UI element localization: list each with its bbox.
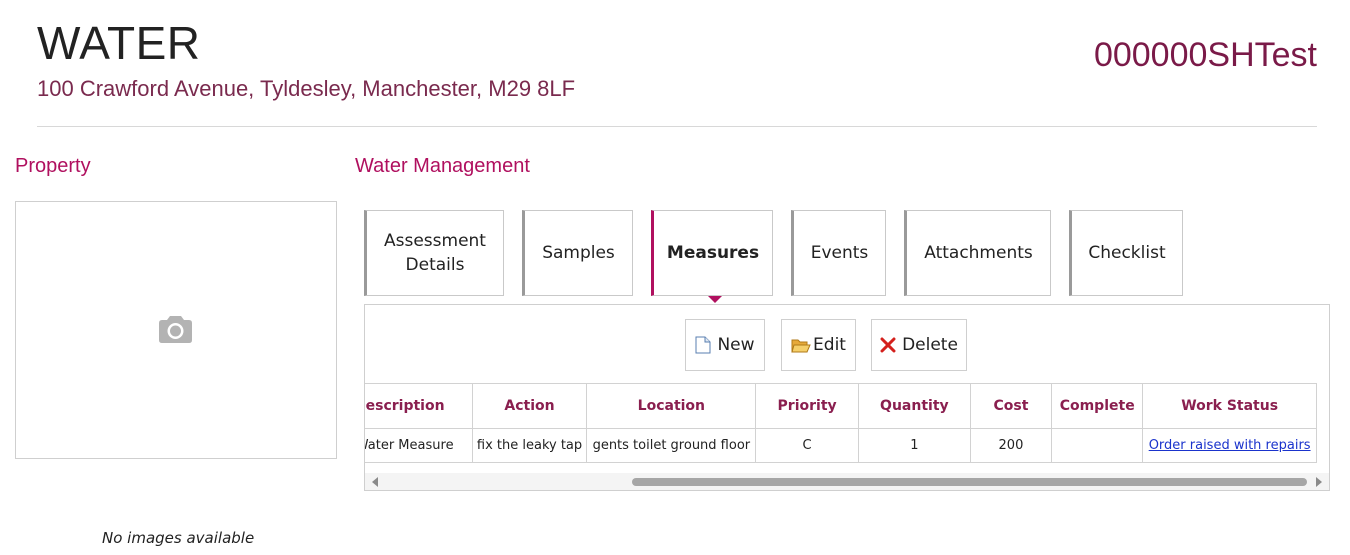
- measures-table: Description Action Location Priority Qua…: [365, 383, 1317, 463]
- edit-button[interactable]: Edit: [781, 319, 856, 371]
- tab-label: Assessment Details: [384, 231, 486, 275]
- scroll-thumb[interactable]: [632, 478, 1307, 486]
- column-header-cost[interactable]: Cost: [969, 383, 1053, 429]
- cell-quantity: 1: [857, 428, 971, 463]
- cell-description: Water Measure: [365, 428, 473, 463]
- cell-action: fix the leaky tap: [471, 428, 588, 463]
- page-title: WATER: [37, 17, 201, 69]
- cell-complete: [1051, 428, 1144, 463]
- water-management-heading: Water Management: [355, 155, 530, 177]
- tab-attachments[interactable]: Attachments: [904, 210, 1051, 296]
- header-divider: [37, 126, 1317, 127]
- cell-location: gents toilet ground floor: [586, 428, 757, 463]
- tab-samples[interactable]: Samples: [522, 210, 633, 296]
- delete-button[interactable]: Delete: [871, 319, 967, 371]
- table-row[interactable]: Water Measure fix the leaky tap gents to…: [365, 428, 1317, 463]
- new-button-label: New: [717, 335, 755, 355]
- property-heading: Property: [15, 155, 91, 177]
- tab-checklist[interactable]: Checklist: [1069, 210, 1183, 296]
- property-code: 000000SHTest: [1093, 36, 1317, 74]
- column-header-description[interactable]: Description: [365, 383, 473, 429]
- tab-label: Samples: [542, 243, 615, 263]
- horizontal-scrollbar[interactable]: [365, 473, 1329, 490]
- column-header-work-status[interactable]: Work Status: [1142, 383, 1317, 429]
- column-header-complete[interactable]: Complete: [1051, 383, 1144, 429]
- cell-priority: C: [755, 428, 859, 463]
- work-status-link[interactable]: Order raised with repairs: [1149, 438, 1311, 453]
- scroll-left-arrow-icon[interactable]: [372, 477, 378, 487]
- scroll-right-arrow-icon[interactable]: [1316, 477, 1322, 487]
- measures-panel: New Edit Delete Description Action Locat…: [364, 304, 1330, 491]
- tab-label: Measures: [666, 243, 760, 263]
- column-header-quantity[interactable]: Quantity: [857, 383, 971, 429]
- edit-button-label: Edit: [813, 335, 846, 355]
- tab-label: Attachments: [924, 243, 1033, 263]
- new-document-icon: [695, 336, 711, 354]
- column-header-priority[interactable]: Priority: [755, 383, 859, 429]
- tab-label: Events: [810, 243, 869, 263]
- delete-x-icon: [880, 337, 896, 353]
- column-header-action[interactable]: Action: [471, 383, 588, 429]
- no-images-text: No images available: [102, 529, 255, 547]
- tab-active-indicator: [708, 296, 722, 303]
- property-address: 100 Crawford Avenue, Tyldesley, Manchest…: [37, 76, 576, 101]
- tab-events[interactable]: Events: [791, 210, 886, 296]
- tab-label: Checklist: [1088, 243, 1166, 263]
- delete-button-label: Delete: [902, 335, 958, 355]
- camera-icon: [159, 316, 192, 343]
- cell-work-status: Order raised with repairs: [1142, 428, 1317, 463]
- tab-measures[interactable]: Measures: [651, 210, 773, 296]
- tab-assessment-details[interactable]: Assessment Details: [364, 210, 504, 296]
- table-header-row: Description Action Location Priority Qua…: [365, 383, 1317, 429]
- column-header-location[interactable]: Location: [586, 383, 757, 429]
- new-button[interactable]: New: [685, 319, 765, 371]
- cell-cost: 200: [969, 428, 1053, 463]
- folder-open-icon: [791, 339, 811, 352]
